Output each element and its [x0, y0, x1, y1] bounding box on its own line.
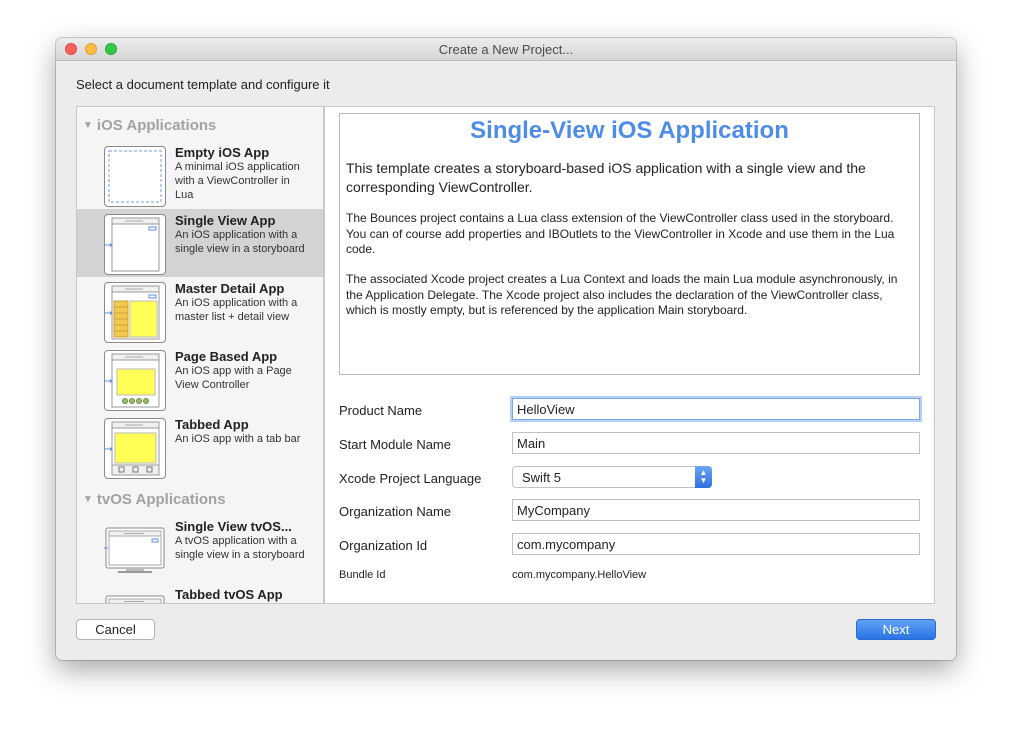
template-description: An iOS application with a master list + …	[175, 297, 298, 323]
instructions-text: Select a document template and configure…	[76, 77, 330, 92]
template-name: Single View tvOS...	[175, 519, 292, 534]
title-bar: Create a New Project...	[56, 38, 956, 61]
language-label: Xcode Project Language	[339, 471, 482, 486]
template-name: Empty iOS App	[175, 145, 270, 160]
template-title: Single-View iOS Application	[470, 117, 789, 144]
product-name-input[interactable]	[512, 398, 920, 420]
section-ios[interactable]: ▼ iOS Applications	[83, 117, 216, 134]
template-name: Tabbed App	[175, 417, 249, 432]
section-tvos-title: tvOS Applications	[96, 491, 226, 508]
template-tabbed-app[interactable]: Tabbed App An iOS app with a tab bar	[77, 413, 323, 481]
org-name-input[interactable]	[512, 499, 920, 521]
template-name: Tabbed tvOS App	[175, 587, 283, 602]
template-paragraph-2: The associated Xcode project creates a L…	[346, 272, 898, 317]
template-single-view-app[interactable]: Single View App An iOS application with …	[77, 209, 323, 277]
template-paragraph-1: The Bounces project contains a Lua class…	[346, 211, 895, 256]
language-select-value: Swift 5	[522, 470, 562, 485]
template-description: An iOS application with a single view in…	[175, 229, 305, 255]
start-module-input[interactable]	[512, 432, 920, 454]
next-button[interactable]: Next	[856, 619, 936, 640]
template-tabbed-tvos-app[interactable]: Tabbed tvOS App	[77, 583, 323, 603]
language-select[interactable]: Swift 5 ▲ ▼	[512, 466, 712, 488]
template-name: Master Detail App	[175, 281, 285, 296]
single-view-thumbnail-icon	[104, 214, 166, 275]
template-name: Page Based App	[175, 349, 278, 364]
template-description: A tvOS application with a single view in…	[175, 535, 305, 561]
tvos-tabbed-thumbnail-icon	[104, 588, 166, 603]
bundle-id-label: Bundle Id	[339, 569, 386, 581]
page-based-thumbnail-icon	[104, 350, 166, 411]
start-module-label: Start Module Name	[339, 437, 451, 452]
cancel-button[interactable]: Cancel	[76, 619, 155, 640]
template-sidebar[interactable]: ▼ iOS Applications Empty iOS App A minima…	[77, 107, 325, 603]
disclosure-triangle-icon[interactable]: ▼	[83, 120, 93, 131]
template-description: A minimal iOS application with a ViewCon…	[175, 161, 300, 201]
template-single-view-tvos[interactable]: Single View tvOS... A tvOS application w…	[77, 515, 323, 583]
product-name-label: Product Name	[339, 403, 423, 418]
template-master-detail-app[interactable]: Master Detail App An iOS application wit…	[77, 277, 323, 345]
template-description: An iOS app with a tab bar	[175, 433, 301, 445]
create-project-window: Create a New Project... Select a documen…	[56, 38, 956, 660]
org-name-label: Organization Name	[339, 504, 451, 519]
content-panel: ▼ iOS Applications Empty iOS App A minima…	[76, 106, 935, 604]
tvos-single-view-thumbnail-icon	[104, 520, 166, 581]
org-id-input[interactable]	[512, 533, 920, 555]
master-detail-thumbnail-icon	[104, 282, 166, 343]
template-page-based-app[interactable]: Page Based App An iOS app with a Page Vi…	[77, 345, 323, 413]
template-description-panel: Single-View iOS Application This templat…	[339, 113, 920, 375]
window-title: Create a New Project...	[438, 42, 574, 57]
template-lead-text: This template creates a storyboard-based…	[346, 160, 866, 195]
disclosure-triangle-icon[interactable]: ▼	[83, 494, 93, 505]
tabbed-thumbnail-icon	[104, 418, 166, 479]
empty-app-thumbnail-icon	[104, 146, 166, 207]
template-name: Single View App	[175, 213, 276, 228]
template-description: An iOS app with a Page View Controller	[175, 365, 292, 391]
section-ios-title: iOS Applications	[96, 117, 217, 134]
select-arrows-icon: ▲ ▼	[695, 466, 712, 488]
org-id-label: Organization Id	[339, 538, 428, 553]
section-tvos[interactable]: ▼ tvOS Applications	[83, 491, 226, 508]
template-empty-ios-app[interactable]: Empty iOS App A minimal iOS application …	[77, 141, 323, 209]
bundle-id-value: com.mycompany.HelloView	[512, 569, 647, 581]
